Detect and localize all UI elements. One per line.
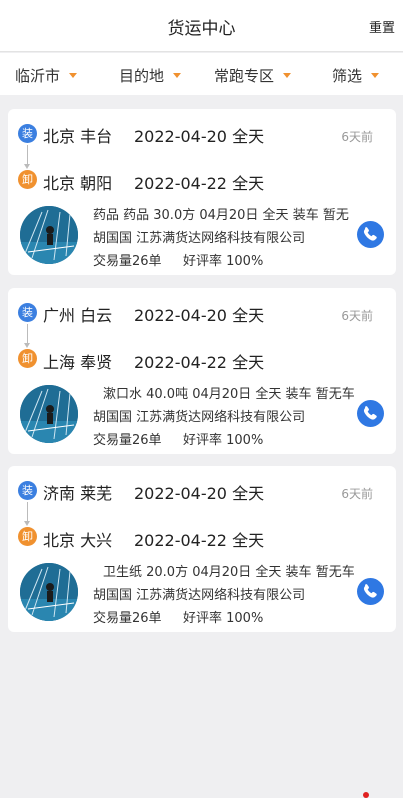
phone-icon[interactable]	[357, 400, 384, 427]
loading-date: 2022-04-20 全天	[134, 306, 265, 325]
destination-city: 北京 大兴	[43, 531, 113, 550]
load-badge-icon: 装	[18, 481, 37, 500]
shipper-info: 胡国国 江苏满货达网络科技有限公司	[93, 231, 306, 246]
shipper-info: 胡国国 江苏满货达网络科技有限公司	[93, 410, 306, 425]
unload-badge-icon: 卸	[18, 527, 37, 546]
cargo-order-card[interactable]: 装 卸 北京 丰台 2022-04-20 全天 6天前 北京 朝阳 2022-0…	[8, 109, 396, 275]
positive-rating: 好评率 100%	[183, 254, 264, 269]
posted-time: 6天前	[341, 309, 373, 323]
unloading-date: 2022-04-22 全天	[134, 353, 265, 372]
filter-origin-city[interactable]: 临沂市	[15, 65, 78, 86]
filter-more[interactable]: 筛选	[332, 65, 380, 86]
avatar	[20, 206, 78, 264]
trade-count: 交易量26单	[93, 433, 162, 448]
cargo-details: 卫生纸 20.0方 04月20日 全天 装车 暂无车	[103, 565, 355, 580]
route-arrow-icon	[24, 502, 30, 526]
unload-badge-icon: 卸	[18, 349, 37, 368]
avatar	[20, 563, 78, 621]
cargo-order-card[interactable]: 装 卸 济南 莱芜 2022-04-20 全天 6天前 北京 大兴 2022-0…	[8, 466, 396, 632]
triangle-down-icon	[371, 73, 380, 78]
positive-rating: 好评率 100%	[183, 433, 264, 448]
cargo-order-card[interactable]: 装 卸 广州 白云 2022-04-20 全天 6天前 上海 奉贤 2022-0…	[8, 288, 396, 454]
unload-badge-icon: 卸	[18, 170, 37, 189]
origin-city: 广州 白云	[43, 306, 113, 325]
trade-count: 交易量26单	[93, 611, 162, 626]
origin-city: 济南 莱芜	[43, 484, 113, 503]
positive-rating: 好评率 100%	[183, 611, 264, 626]
page-title: 货运中心	[167, 19, 236, 39]
reset-button[interactable]: 重置	[369, 17, 395, 36]
destination-city: 北京 朝阳	[43, 174, 113, 193]
triangle-down-icon	[69, 73, 78, 78]
triangle-down-icon	[283, 73, 292, 78]
unloading-date: 2022-04-22 全天	[134, 174, 265, 193]
loading-date: 2022-04-20 全天	[134, 127, 265, 146]
load-badge-icon: 装	[18, 303, 37, 322]
notification-dot	[363, 792, 369, 798]
filter-frequent-routes[interactable]: 常跑专区	[214, 65, 292, 86]
route-arrow-icon	[24, 324, 30, 348]
avatar	[20, 385, 78, 443]
posted-time: 6天前	[341, 487, 373, 501]
filter-destination[interactable]: 目的地	[119, 65, 182, 86]
filter-bar: 临沂市 目的地 常跑专区 筛选	[0, 53, 403, 95]
cargo-details: 药品 药品 30.0方 04月20日 全天 装车 暂无	[93, 208, 349, 223]
origin-city: 北京 丰台	[43, 127, 113, 146]
filter-label: 临沂市	[15, 67, 61, 85]
filter-label: 常跑专区	[214, 67, 275, 85]
trade-count: 交易量26单	[93, 254, 162, 269]
posted-time: 6天前	[341, 130, 373, 144]
filter-label: 筛选	[332, 67, 363, 85]
phone-icon[interactable]	[357, 578, 384, 605]
load-badge-icon: 装	[18, 124, 37, 143]
cargo-details: 漱口水 40.0吨 04月20日 全天 装车 暂无车	[103, 387, 355, 402]
route-arrow-icon	[24, 145, 30, 169]
filter-label: 目的地	[119, 67, 165, 85]
triangle-down-icon	[173, 73, 182, 78]
loading-date: 2022-04-20 全天	[134, 484, 265, 503]
shipper-info: 胡国国 江苏满货达网络科技有限公司	[93, 588, 306, 603]
destination-city: 上海 奉贤	[43, 353, 113, 372]
unloading-date: 2022-04-22 全天	[134, 531, 265, 550]
top-nav-bar: 货运中心 重置	[0, 0, 403, 52]
phone-icon[interactable]	[357, 221, 384, 248]
